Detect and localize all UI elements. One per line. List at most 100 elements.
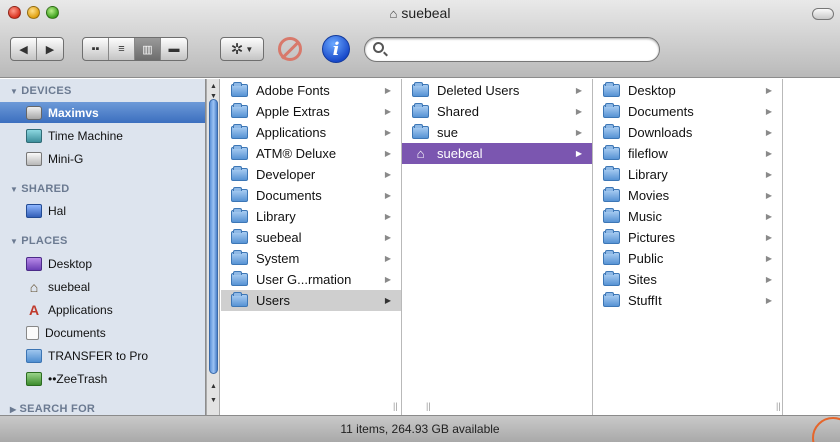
- scroll-up-arrow-icon[interactable]: ▲: [208, 381, 219, 392]
- item-label: Developer: [256, 167, 316, 182]
- chevron-right-icon: ▶: [575, 149, 582, 158]
- list-item[interactable]: Documents ▶: [593, 101, 782, 122]
- toolbar-toggle-button[interactable]: [812, 8, 834, 20]
- search-field[interactable]: [364, 37, 660, 62]
- item-label: Deleted Users: [437, 83, 520, 98]
- column-view-button[interactable]: ▥: [135, 38, 161, 60]
- action-menu-button[interactable]: ✲ ▼: [220, 37, 264, 61]
- view-mode-control: ▪▪ ≡ ▥ ▬: [82, 37, 188, 61]
- list-item[interactable]: Desktop ▶: [593, 80, 782, 101]
- chevron-right-icon: ▶: [765, 212, 772, 221]
- home-icon: ⌂: [416, 146, 425, 161]
- browser-column-3: Desktop ▶ Documents ▶ Downloads ▶ fileflow ▶…: [593, 79, 783, 415]
- folder-icon: [231, 124, 248, 139]
- folder-icon: [231, 250, 248, 265]
- list-item[interactable]: suebeal ▶: [221, 227, 401, 248]
- sidebar-item-hal[interactable]: Hal: [0, 200, 205, 221]
- sidebar-header-search-for[interactable]: ▶ SEARCH FOR: [10, 403, 95, 415]
- sidebar-item-suebeal[interactable]: ⌂ suebeal: [0, 276, 205, 297]
- list-item[interactable]: StuffIt ▶: [593, 290, 782, 311]
- prohibited-icon[interactable]: [278, 37, 302, 61]
- list-item[interactable]: Pictures ▶: [593, 227, 782, 248]
- column-resize-handle[interactable]: ||: [426, 401, 431, 411]
- back-button[interactable]: ◀: [11, 38, 37, 60]
- list-item[interactable]: User G...rmation ▶: [221, 269, 401, 290]
- sidebar-item-time-machine[interactable]: Time Machine: [0, 125, 205, 146]
- item-label: suebeal: [256, 230, 302, 245]
- folder-icon: [603, 271, 620, 286]
- column-resize-handle[interactable]: ||: [776, 401, 781, 411]
- sidebar-scrollbar[interactable]: ▲ ▼ ▲ ▼: [206, 79, 220, 415]
- sidebar-item-documents[interactable]: Documents: [0, 322, 205, 343]
- chevron-right-icon: ▶: [384, 212, 391, 221]
- list-item[interactable]: fileflow ▶: [593, 143, 782, 164]
- item-label: Users: [256, 293, 290, 308]
- list-item[interactable]: Shared ▶: [402, 101, 592, 122]
- scroll-down-arrow-icon[interactable]: ▼: [208, 395, 219, 406]
- folder-icon: [603, 292, 620, 307]
- scrollbar-thumb[interactable]: [209, 99, 218, 374]
- icon-view-button[interactable]: ▪▪: [83, 38, 109, 60]
- folder-icon: [603, 124, 620, 139]
- chevron-right-icon: ▶: [765, 170, 772, 179]
- list-item[interactable]: Library ▶: [593, 164, 782, 185]
- chevron-right-icon: ▶: [575, 107, 582, 116]
- list-item[interactable]: Developer ▶: [221, 164, 401, 185]
- search-input[interactable]: [389, 41, 649, 59]
- list-item[interactable]: Downloads ▶: [593, 122, 782, 143]
- sidebar-item-label: Maximvs: [48, 105, 99, 120]
- sidebar-header-places[interactable]: ▼ PLACES: [10, 235, 68, 247]
- item-label: Documents: [256, 188, 322, 203]
- folder-icon: [231, 145, 248, 160]
- list-view-button[interactable]: ≡: [109, 38, 135, 60]
- chevron-right-icon: ▶: [384, 254, 391, 263]
- list-item[interactable]: Sites ▶: [593, 269, 782, 290]
- column-resize-handle[interactable]: ||: [393, 401, 398, 411]
- sidebar-item-mini-g[interactable]: Mini-G: [0, 148, 205, 169]
- sidebar-item-applications[interactable]: A Applications: [0, 299, 205, 320]
- list-item[interactable]: Public ▶: [593, 248, 782, 269]
- info-icon[interactable]: i: [322, 35, 350, 63]
- status-text: 11 items, 264.93 GB available: [340, 422, 500, 436]
- forward-button[interactable]: ▶: [37, 38, 63, 60]
- sidebar-header-devices[interactable]: ▼ DEVICES: [10, 85, 72, 97]
- chevron-right-icon: ▶: [384, 149, 391, 158]
- sidebar-item-label: Applications: [48, 302, 113, 317]
- item-label: Documents: [628, 104, 694, 119]
- item-label: Desktop: [628, 83, 676, 98]
- item-label: System: [256, 251, 300, 266]
- home-icon: ⌂: [389, 6, 398, 21]
- chevron-right-icon: ▶: [765, 191, 772, 200]
- chevron-right-icon: ▶: [575, 128, 582, 137]
- chevron-right-icon: ▶: [384, 86, 391, 95]
- list-item-selected[interactable]: ⌂ suebeal ▶: [402, 143, 592, 164]
- sidebar-header-shared[interactable]: ▼ SHARED: [10, 183, 69, 195]
- sidebar-item-transfer-to-pro[interactable]: TRANSFER to Pro: [0, 345, 205, 366]
- search-icon: [373, 42, 384, 53]
- list-item[interactable]: Music ▶: [593, 206, 782, 227]
- sidebar-item-maximvs[interactable]: Maximvs: [0, 102, 205, 123]
- list-item[interactable]: Library ▶: [221, 206, 401, 227]
- list-item[interactable]: Documents ▶: [221, 185, 401, 206]
- network-computer-icon: [26, 203, 42, 218]
- sidebar-item-label: suebeal: [48, 279, 91, 294]
- sidebar-item-desktop[interactable]: Desktop: [0, 253, 205, 274]
- list-item[interactable]: ATM® Deluxe ▶: [221, 143, 401, 164]
- chevron-right-icon: ▶: [765, 275, 772, 284]
- cover-flow-view-button[interactable]: ▬: [161, 38, 187, 60]
- list-item[interactable]: System ▶: [221, 248, 401, 269]
- item-label: Shared: [437, 104, 479, 119]
- list-item[interactable]: Adobe Fonts ▶: [221, 80, 401, 101]
- list-item[interactable]: sue ▶: [402, 122, 592, 143]
- sidebar-item-zeetrash[interactable]: ••ZeeTrash: [0, 368, 205, 389]
- item-label: fileflow: [628, 146, 668, 161]
- chevron-right-icon: ▶: [384, 170, 391, 179]
- list-item[interactable]: Movies ▶: [593, 185, 782, 206]
- list-item[interactable]: Deleted Users ▶: [402, 80, 592, 101]
- list-item[interactable]: Apple Extras ▶: [221, 101, 401, 122]
- list-item[interactable]: Applications ▶: [221, 122, 401, 143]
- titlebar: ⌂ suebeal ◀ ▶ ▪▪ ≡ ▥ ▬ ✲ ▼ i: [0, 0, 840, 78]
- list-item-selected[interactable]: Users ▶: [221, 290, 401, 311]
- resize-grip[interactable]: [812, 417, 840, 442]
- document-icon: [26, 325, 39, 340]
